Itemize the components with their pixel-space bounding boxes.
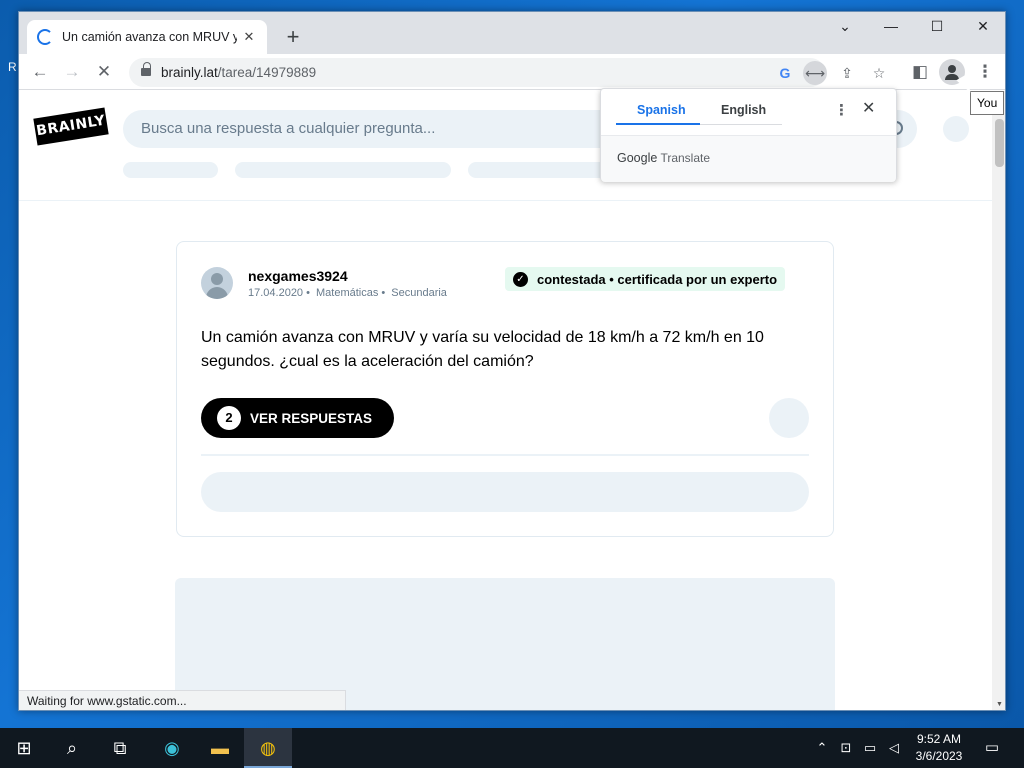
scroll-down-icon[interactable]: ▼ (992, 698, 1005, 710)
brainly-logo[interactable]: BRAINLY (33, 107, 109, 146)
answers-count: 2 (217, 406, 241, 430)
share-icon[interactable]: ⇪ (835, 61, 859, 85)
tray-overflow-icon[interactable]: ⌃ (812, 728, 832, 768)
tray-app-icon[interactable]: ⊡ (836, 728, 856, 768)
edge-icon[interactable]: ◉ (148, 728, 196, 768)
minimize-button[interactable]: — (868, 12, 914, 42)
nav-skeleton (235, 162, 451, 178)
close-icon[interactable]: ✕ (862, 98, 875, 118)
browser-toolbar: ← → ✕ brainly.lat/tarea/14979889 G ⟷ ⇪ ☆… (19, 54, 1005, 90)
header-avatar-placeholder (943, 116, 969, 142)
status-badge: ✓ contestada • certificada por un expert… (505, 267, 786, 291)
tab-english[interactable]: English (721, 103, 766, 117)
search-input[interactable]: Busca una respuesta a cualquier pregunta… (141, 120, 435, 137)
loading-placeholder (769, 398, 809, 438)
maximize-button[interactable]: ☐ (914, 12, 960, 42)
more-options-icon[interactable]: ⋮ (834, 101, 849, 119)
chrome-taskbar-icon[interactable]: ◍ (244, 728, 292, 768)
forward-button[interactable]: → (58, 58, 86, 86)
avatar[interactable] (201, 267, 233, 299)
google-translate-brand: Google Translate (617, 151, 711, 165)
new-tab-button[interactable]: + (279, 24, 307, 52)
profile-tooltip: You (970, 91, 1005, 115)
bookmark-star-icon[interactable]: ☆ (867, 61, 891, 85)
nav-skeleton (123, 162, 218, 178)
username[interactable]: nexgames3924 (248, 268, 348, 284)
scroll-thumb[interactable] (995, 119, 1004, 167)
volume-muted-icon[interactable]: ◁ (884, 728, 904, 768)
tab-search-icon[interactable]: ⌄ (822, 12, 868, 42)
notification-icon[interactable]: ▭ (980, 728, 1004, 768)
search-icon[interactable]: ⌕ (48, 728, 96, 768)
task-view-icon[interactable]: ⧉ (96, 728, 144, 768)
title-bar: Un camión avanza con MRUV y v ✕ + ⌄ — ☐ … (19, 12, 1005, 54)
start-button[interactable]: ⊞ (0, 728, 48, 768)
view-answers-button[interactable]: 2 VER RESPUESTAS (201, 398, 394, 438)
loading-spinner-icon (37, 29, 53, 45)
page-scrollbar[interactable]: ▲ ▼ (992, 91, 1005, 710)
lock-icon[interactable] (141, 62, 151, 77)
status-bar: Waiting for www.gstatic.com... (19, 690, 346, 710)
tab-close-icon[interactable]: ✕ (241, 29, 257, 45)
answers-label: VER RESPUESTAS (250, 410, 373, 426)
tab-title: Un camión avanza con MRUV y v (62, 30, 237, 44)
question-subject[interactable]: Matemáticas (316, 287, 378, 299)
divider (201, 454, 809, 456)
loading-placeholder (201, 472, 809, 512)
chrome-menu-icon[interactable]: ⋮ (971, 58, 999, 86)
verified-check-icon: ✓ (513, 271, 528, 287)
translate-popup: Spanish English ⋮ ✕ Google Translate (600, 88, 897, 182)
question-meta: 17.04.2020 • Matemáticas • Secundaria (248, 287, 447, 299)
address-bar[interactable]: brainly.lat/tarea/14979889 G ⟷ ⇪ ☆ (129, 58, 885, 87)
network-icon[interactable]: ▭ (860, 728, 880, 768)
taskbar: ⊞ ⌕ ⧉ ◉ ▬ ◍ ⌃ ⊡ ▭ ◁ 9:52 AM 3/6/2023 ▭ (0, 728, 1024, 768)
question-date: 17.04.2020 (248, 287, 304, 299)
stop-loading-button[interactable]: ✕ (90, 58, 118, 86)
tab-spanish[interactable]: Spanish (637, 103, 686, 117)
desktop-icon-fragment: R (8, 60, 17, 74)
question-level: Secundaria (391, 287, 447, 299)
badge-text: contestada • certificada por un experto (537, 271, 778, 287)
side-panel-icon[interactable]: ◧ (906, 58, 934, 86)
question-card: nexgames3924 17.04.2020 • Matemáticas • Se… (176, 241, 834, 537)
close-window-button[interactable]: ✕ (960, 12, 1005, 42)
google-lens-icon[interactable]: G (773, 61, 797, 85)
translate-icon[interactable]: ⟷ (803, 61, 827, 85)
browser-tab[interactable]: Un camión avanza con MRUV y v ✕ (27, 20, 267, 54)
question-text: Un camión avanza con MRUV y varía su vel… (201, 329, 764, 370)
active-tab-indicator (616, 123, 700, 125)
url-text[interactable]: brainly.lat/tarea/14979889 (161, 65, 316, 80)
back-button[interactable]: ← (26, 58, 54, 86)
translate-footer: Google Translate (601, 136, 896, 182)
web-page: BRAINLY Busca una respuesta a cualquier … (19, 91, 992, 710)
file-explorer-icon[interactable]: ▬ (196, 728, 244, 768)
taskbar-clock[interactable]: 9:52 AM 3/6/2023 (910, 731, 968, 765)
